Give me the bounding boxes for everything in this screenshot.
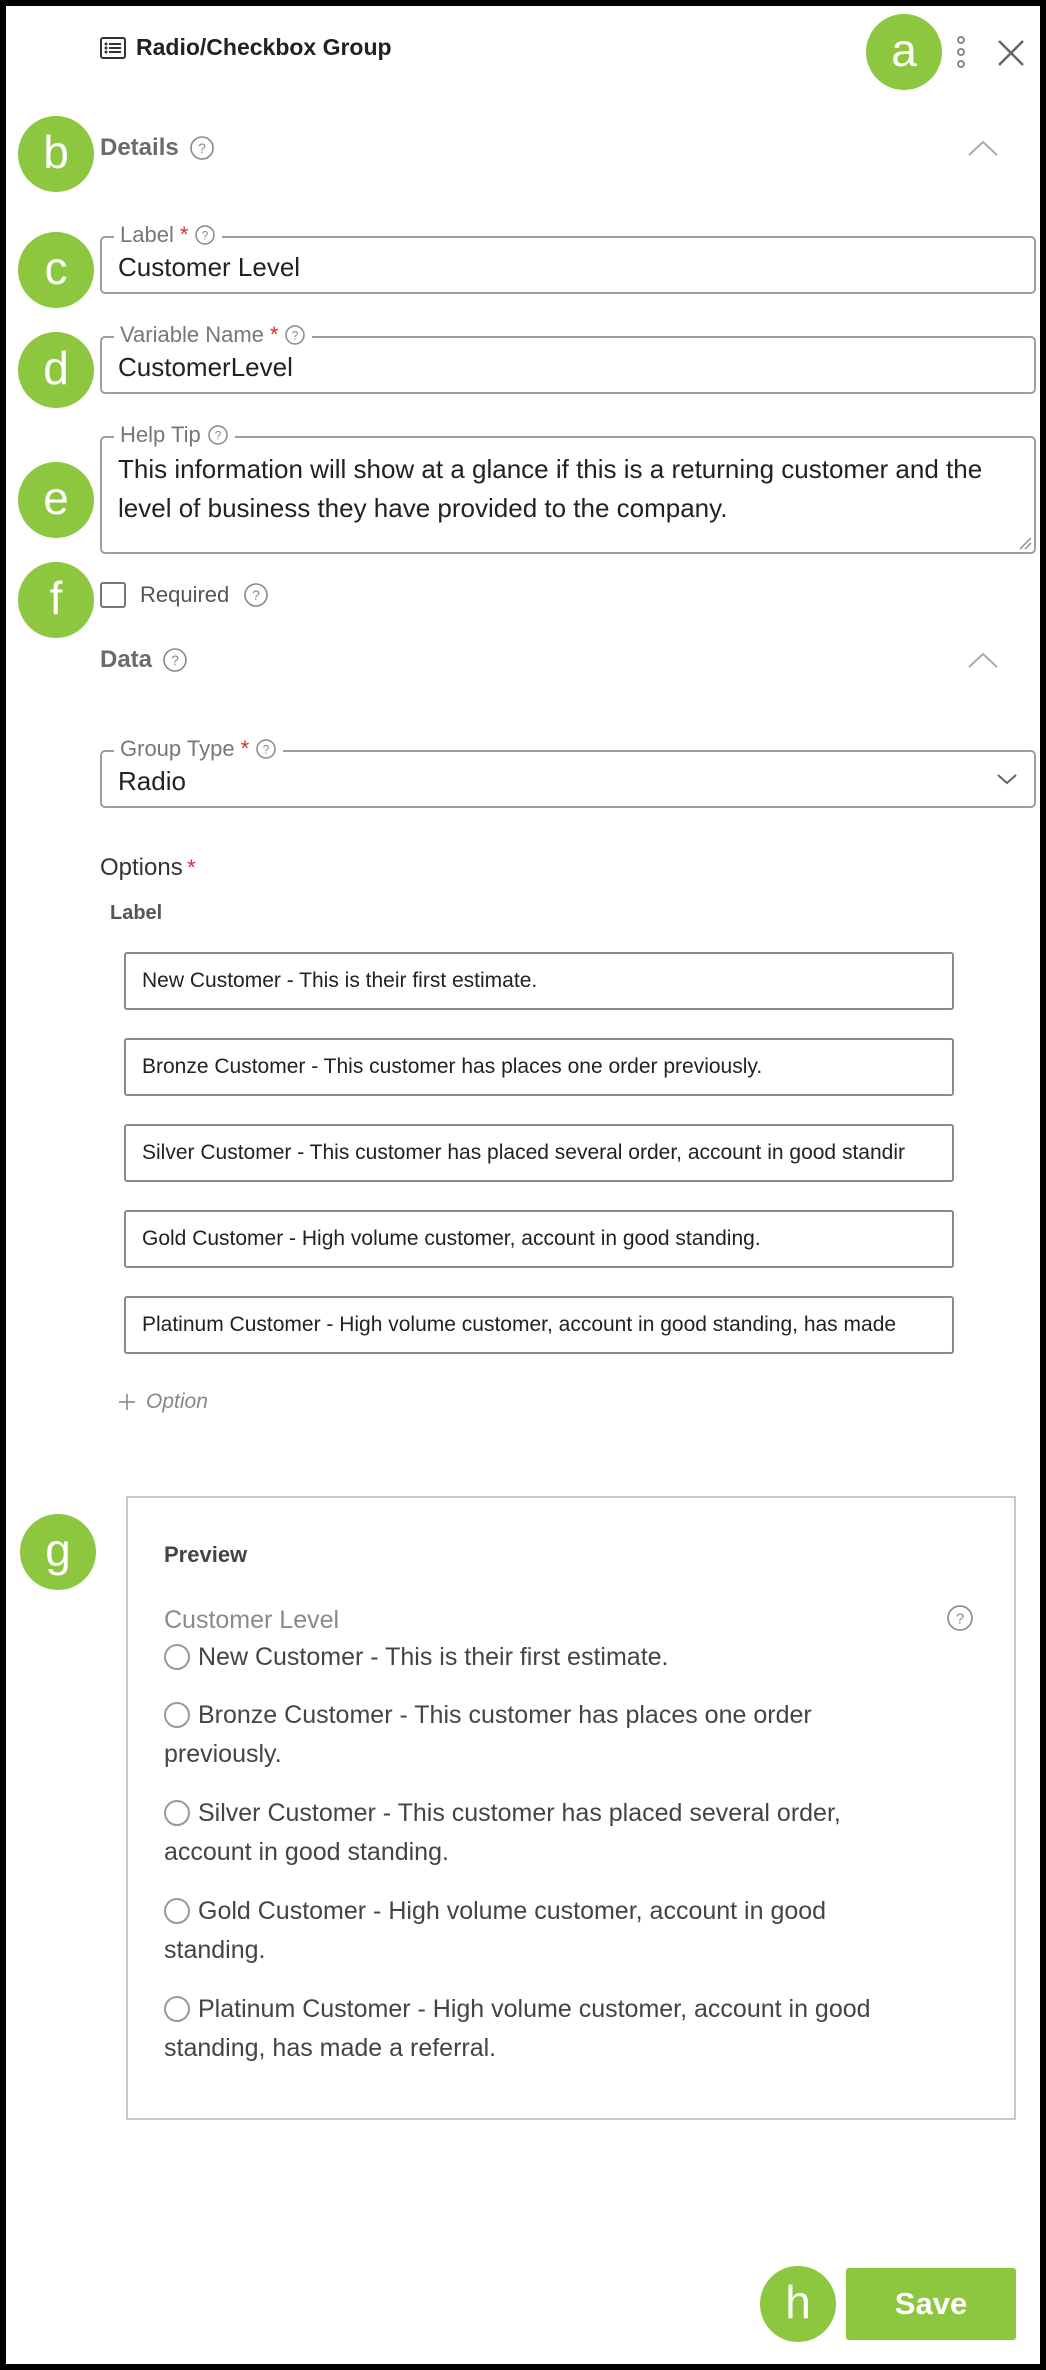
group-type-label: Group Type xyxy=(120,736,235,761)
plus-icon xyxy=(119,1394,135,1410)
svg-text:?: ? xyxy=(214,429,221,443)
callout-badge-h: h xyxy=(760,2266,836,2342)
option-input[interactable]: Platinum Customer - High volume customer… xyxy=(124,1296,954,1354)
help-tip-textarea[interactable]: This information will show at a glance i… xyxy=(118,450,1014,528)
callout-badge-c: c xyxy=(18,232,94,308)
help-icon[interactable]: ? xyxy=(162,647,188,673)
callout-badge-d: d xyxy=(18,332,94,408)
preview-title: Preview xyxy=(164,1542,248,1567)
required-mark: * xyxy=(240,736,250,761)
group-type-legend: Group Type * ? xyxy=(114,736,284,762)
radio-button[interactable] xyxy=(164,1996,190,2022)
help-tip-field[interactable]: Help Tip ? This information will show at… xyxy=(100,422,1036,554)
more-vertical-icon[interactable] xyxy=(954,36,968,68)
svg-text:?: ? xyxy=(252,587,260,603)
options-heading: Options * xyxy=(100,854,196,882)
radio-button[interactable] xyxy=(164,1644,190,1670)
callout-badge-g: g xyxy=(20,1514,96,1590)
svg-text:?: ? xyxy=(956,1611,964,1628)
data-section-header[interactable]: Data ? xyxy=(100,646,188,674)
preview-radio-option[interactable]: Platinum Customer - High volume customer… xyxy=(164,1990,924,2068)
option-input[interactable]: Bronze Customer - This customer has plac… xyxy=(124,1038,954,1096)
svg-text:?: ? xyxy=(198,140,206,156)
svg-text:?: ? xyxy=(263,743,270,757)
variable-name-label: Variable Name xyxy=(120,322,264,347)
preview-radio-label: Platinum Customer - High volume customer… xyxy=(164,1995,871,2062)
required-mark: * xyxy=(269,322,279,347)
label-field[interactable]: Label * ? Customer Level xyxy=(100,222,1036,294)
options-label: Options xyxy=(100,854,183,881)
option-input[interactable]: Silver Customer - This customer has plac… xyxy=(124,1124,954,1182)
preview-radio-label: New Customer - This is their first estim… xyxy=(198,1643,669,1671)
resize-handle-icon[interactable] xyxy=(1018,536,1032,550)
help-icon[interactable]: ? xyxy=(284,324,306,346)
label-field-label: Label xyxy=(120,222,174,247)
group-type-select[interactable]: Group Type * ? Radio xyxy=(100,736,1036,808)
preview-radio-label: Gold Customer - High volume customer, ac… xyxy=(164,1897,827,1964)
add-option-label: Option xyxy=(146,1390,208,1413)
option-input[interactable]: New Customer - This is their first estim… xyxy=(124,952,954,1010)
options-column-label: Label xyxy=(110,902,163,924)
preview-panel: Preview Customer Level ? New Customer - … xyxy=(126,1496,1016,2120)
svg-text:?: ? xyxy=(292,329,299,343)
help-icon[interactable]: ? xyxy=(243,582,269,608)
details-title: Details xyxy=(100,134,179,161)
preview-radio-option[interactable]: Silver Customer - This customer has plac… xyxy=(164,1794,924,1872)
svg-text:?: ? xyxy=(171,652,179,668)
callout-badge-a: a xyxy=(866,14,942,90)
help-icon[interactable]: ? xyxy=(946,1604,974,1632)
add-option-button[interactable]: Option xyxy=(118,1390,208,1414)
chevron-up-icon[interactable] xyxy=(966,650,1000,670)
panel: Radio/Checkbox Group a b Details ? c Lab… xyxy=(6,6,1040,2364)
data-title: Data xyxy=(100,646,153,673)
close-icon[interactable] xyxy=(994,36,1028,70)
variable-name-legend: Variable Name * ? xyxy=(114,322,313,348)
option-input[interactable]: Gold Customer - High volume customer, ac… xyxy=(124,1210,954,1268)
list-icon xyxy=(100,36,126,59)
help-icon[interactable]: ? xyxy=(255,738,277,760)
required-mark: * xyxy=(179,222,189,247)
preview-field-label: Customer Level xyxy=(164,1606,340,1634)
svg-text:?: ? xyxy=(202,229,209,243)
chevron-up-icon[interactable] xyxy=(966,138,1000,158)
callout-badge-f: f xyxy=(18,562,94,638)
panel-header: Radio/Checkbox Group xyxy=(100,34,392,61)
radio-button[interactable] xyxy=(164,1702,190,1728)
help-icon[interactable]: ? xyxy=(207,424,229,446)
preview-radio-option[interactable]: Bronze Customer - This customer has plac… xyxy=(164,1696,924,1774)
callout-badge-b: b xyxy=(18,116,94,192)
label-input[interactable]: Customer Level xyxy=(118,252,300,283)
required-checkbox-row[interactable]: Required ? xyxy=(100,582,269,608)
label-field-legend: Label * ? xyxy=(114,222,223,248)
help-tip-legend: Help Tip ? xyxy=(114,422,235,448)
save-button[interactable]: Save xyxy=(846,2268,1016,2340)
panel-title: Radio/Checkbox Group xyxy=(136,34,392,60)
preview-radio-option[interactable]: New Customer - This is their first estim… xyxy=(164,1638,924,1677)
preview-radio-option[interactable]: Gold Customer - High volume customer, ac… xyxy=(164,1892,924,1970)
help-icon[interactable]: ? xyxy=(189,135,215,161)
required-checkbox[interactable] xyxy=(100,582,126,608)
radio-button[interactable] xyxy=(164,1898,190,1924)
chevron-down-icon[interactable] xyxy=(996,772,1018,786)
variable-name-field[interactable]: Variable Name * ? CustomerLevel xyxy=(100,322,1036,394)
preview-radio-label: Bronze Customer - This customer has plac… xyxy=(164,1701,812,1768)
preview-radio-label: Silver Customer - This customer has plac… xyxy=(164,1799,841,1866)
help-icon[interactable]: ? xyxy=(194,224,216,246)
details-section-header[interactable]: Details ? xyxy=(100,134,215,162)
callout-badge-e: e xyxy=(18,462,94,538)
required-checkbox-label: Required xyxy=(140,582,230,607)
group-type-value: Radio xyxy=(118,766,186,796)
variable-name-input[interactable]: CustomerLevel xyxy=(118,352,293,383)
radio-button[interactable] xyxy=(164,1800,190,1826)
required-mark: * xyxy=(187,855,196,880)
help-tip-label: Help Tip xyxy=(120,422,201,447)
